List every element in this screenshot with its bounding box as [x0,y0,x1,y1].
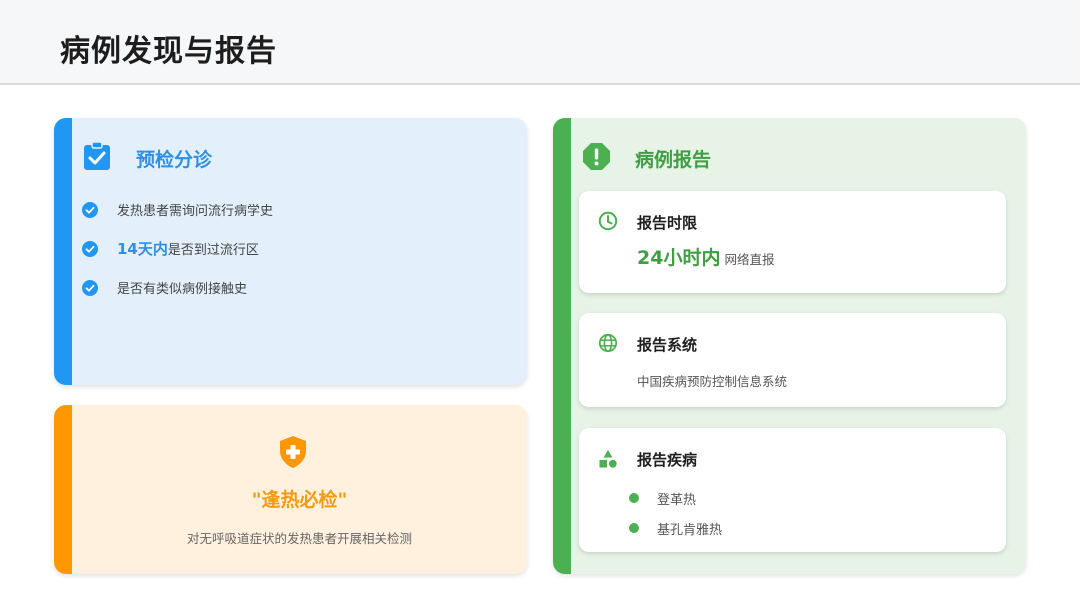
time-limit-title: 报告时限 [637,214,698,232]
list-item: 基孔肯雅热 [629,513,722,543]
triage-accent-bar [54,118,72,385]
report-title: 病例报告 [635,149,712,171]
list-item: 是否有类似病例接触史 [82,268,273,307]
disease-list: 登革热 基孔肯雅热 [629,483,722,543]
must-test-card: "逢热必检" 对无呼吸道症状的发热患者开展相关检测 [54,405,527,574]
list-item-text: 是否有类似病例接触史 [117,282,248,297]
triage-card: 预检分诊 发热患者需询问流行病学史 14天内 是否到过流行区 是否有类似病例接触史 [54,118,527,385]
shield-plus-icon [280,436,306,468]
check-circle-icon [82,279,98,296]
header-bar: 病例发现与报告 [0,0,1080,85]
triage-title: 预检分诊 [136,149,213,171]
shapes-icon [599,450,617,468]
time-limit-line: 24小时内 网络直报 [637,243,774,270]
report-card: 病例报告 报告时限 24小时内 网络直报 报告系统 中国疾病预防控制信息系统 报… [553,118,1026,574]
report-system-text: 中国疾病预防控制信息系统 [637,374,788,389]
list-item: 14天内 是否到过流行区 [82,229,273,268]
list-item-text: 发热患者需询问流行病学史 [117,204,274,219]
list-item-text: 是否到过流行区 [167,243,259,258]
list-item: 发热患者需询问流行病学史 [82,190,273,229]
must-test-accent-bar [54,405,72,574]
page-title: 病例发现与报告 [60,34,277,69]
triage-checklist: 发热患者需询问流行病学史 14天内 是否到过流行区 是否有类似病例接触史 [82,190,273,307]
time-limit-note: 网络直报 [724,252,775,267]
time-limit-value: 24小时内 [637,247,721,269]
clock-icon [598,211,618,231]
bullet-dot-icon [629,523,639,533]
must-test-title: "逢热必检" [251,489,348,511]
report-diseases-title: 报告疾病 [637,451,698,469]
list-item: 登革热 [629,483,722,513]
list-item-highlight: 14天内 [117,240,168,258]
clipboard-check-icon [84,141,110,170]
report-system-card: 报告系统 中国疾病预防控制信息系统 [579,313,1006,407]
report-accent-bar [553,118,571,574]
time-limit-card: 报告时限 24小时内 网络直报 [579,191,1006,293]
report-diseases-card: 报告疾病 登革热 基孔肯雅热 [579,428,1006,552]
alert-octagon-icon [583,143,610,170]
report-system-title: 报告系统 [637,336,698,354]
check-circle-icon [82,240,98,257]
globe-icon [598,333,618,353]
must-test-description: 对无呼吸道症状的发热患者开展相关检测 [186,531,412,546]
bullet-dot-icon [629,493,639,503]
disease-name: 登革热 [657,492,697,508]
check-circle-icon [82,201,98,218]
disease-name: 基孔肯雅热 [657,522,723,538]
